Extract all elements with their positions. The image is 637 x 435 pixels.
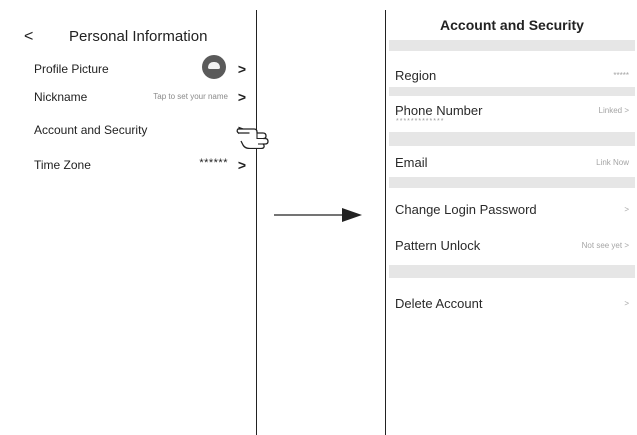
- email-row[interactable]: Email Link Now: [395, 155, 629, 177]
- row-label: Delete Account: [395, 296, 483, 311]
- section-divider: [389, 87, 635, 96]
- phone-number-row[interactable]: Phone Number ************* Linked >: [395, 103, 629, 125]
- nickname-placeholder: Tap to set your name: [153, 92, 228, 101]
- profile-picture-row[interactable]: Profile Picture >: [34, 55, 246, 80]
- row-label: Phone Number: [395, 103, 483, 118]
- pattern-unlock-row[interactable]: Pattern Unlock Not see yet >: [395, 238, 629, 260]
- pointing-hand-icon: [236, 128, 269, 149]
- chevron-right-icon: >: [237, 89, 246, 105]
- page-title: Personal Information: [69, 28, 208, 45]
- email-link-now: Link Now: [596, 158, 629, 167]
- delete-account-row[interactable]: Delete Account >: [395, 296, 629, 318]
- row-label: Profile Picture: [34, 62, 109, 76]
- row-label: Change Login Password: [395, 202, 537, 217]
- chevron-right-icon: >: [624, 205, 629, 214]
- instruction-figure: < Personal Information Profile Picture >…: [0, 0, 637, 435]
- time-zone-value: ******: [199, 157, 228, 169]
- back-chevron-icon[interactable]: <: [24, 27, 33, 47]
- phone-linked-status: Linked >: [598, 106, 629, 115]
- time-zone-row[interactable]: Time Zone ****** >: [34, 156, 246, 176]
- chevron-right-icon: >: [237, 61, 246, 77]
- avatar-icon: [202, 55, 226, 79]
- row-label: Nickname: [34, 90, 88, 104]
- change-login-password-row[interactable]: Change Login Password >: [395, 202, 629, 224]
- right-arrow-icon: [274, 208, 362, 222]
- row-label: Time Zone: [34, 158, 91, 172]
- phone-number-masked: *************: [396, 118, 445, 125]
- chevron-right-icon: >: [624, 299, 629, 308]
- section-divider: [389, 177, 635, 188]
- row-label: Account and Security: [34, 123, 148, 137]
- row-label: Pattern Unlock: [395, 238, 481, 253]
- row-label: Region: [395, 68, 437, 83]
- account-and-security-row[interactable]: Account and Security >: [34, 121, 246, 141]
- section-divider: [389, 40, 635, 51]
- pattern-unlock-status: Not see yet >: [581, 241, 629, 250]
- personal-information-header: < Personal Information: [12, 27, 257, 49]
- region-value: *****: [613, 71, 629, 80]
- section-divider: [389, 132, 635, 146]
- nickname-row[interactable]: Nickname Tap to set your name >: [34, 88, 246, 108]
- account-and-security-screen: Account and Security Region ***** Phone …: [385, 10, 637, 435]
- row-label: Email: [395, 155, 428, 170]
- section-divider: [389, 265, 635, 278]
- page-title: Account and Security: [440, 17, 584, 33]
- chevron-right-icon: >: [237, 157, 246, 173]
- personal-information-screen: < Personal Information Profile Picture >…: [12, 10, 257, 435]
